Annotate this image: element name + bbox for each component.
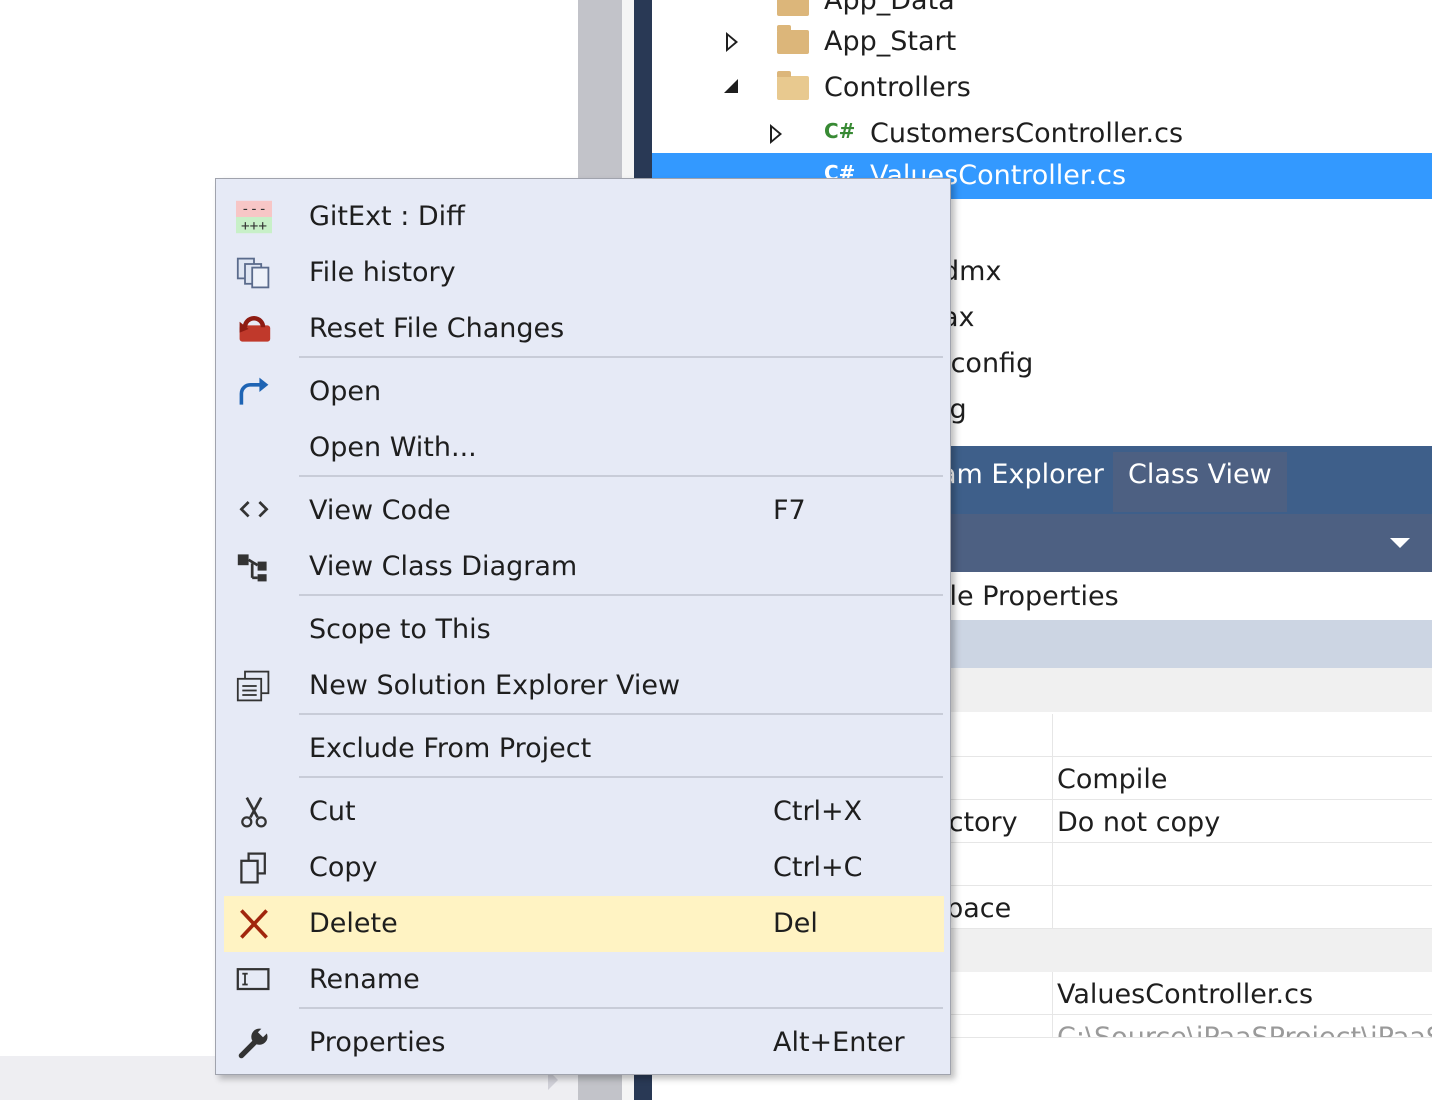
copy-icon — [236, 852, 272, 884]
menu-separator — [299, 475, 943, 477]
file-history-icon — [236, 257, 272, 289]
folder-icon — [777, 25, 809, 54]
expand-icon[interactable] — [770, 124, 782, 144]
menu-item-label: File history — [309, 257, 456, 288]
property-divider — [1052, 757, 1053, 799]
menu-item-label: Open With... — [309, 432, 477, 463]
svg-text:---: --- — [241, 201, 267, 217]
delete-icon — [236, 908, 272, 940]
property-divider — [1052, 972, 1053, 1014]
menu-item-label: Delete — [309, 908, 398, 939]
tree-item-controllers[interactable]: Controllers — [652, 65, 1432, 111]
folder-icon — [777, 0, 809, 16]
class-diagram-icon — [236, 551, 272, 583]
menu-item-new-solution-explorer-view[interactable]: New Solution Explorer View — [224, 658, 944, 714]
tree-item-customers-controller[interactable]: C# CustomersController.cs — [652, 111, 1432, 157]
code-icon — [236, 495, 272, 527]
tree-item-label: .config — [942, 348, 1034, 379]
menu-item-shortcut: Ctrl+C — [773, 852, 863, 883]
property-divider — [1052, 800, 1053, 842]
menu-item-cut[interactable]: Cut Ctrl+X — [224, 784, 944, 840]
menu-separator — [299, 713, 943, 715]
menu-separator — [299, 356, 943, 358]
property-divider — [1052, 1015, 1053, 1037]
menu-item-open[interactable]: Open — [224, 364, 944, 420]
svg-text:+++: +++ — [241, 219, 267, 235]
menu-item-label: Scope to This — [309, 614, 491, 645]
menu-item-open-with[interactable]: Open With... — [224, 420, 944, 476]
menu-item-label: Cut — [309, 796, 356, 827]
property-value: C:\Source\iPaaSProject\iPaaS — [1057, 1022, 1432, 1038]
menu-item-label: View Class Diagram — [309, 551, 578, 582]
menu-separator — [299, 1007, 943, 1009]
tree-item-label: App_Start — [824, 26, 957, 57]
menu-item-rename[interactable]: Rename — [224, 952, 944, 1008]
property-value: Compile — [1057, 764, 1168, 795]
menu-item-label: Exclude From Project — [309, 733, 592, 764]
csharp-file-icon: C# — [824, 119, 856, 143]
menu-separator — [299, 776, 943, 778]
collapse-icon[interactable] — [724, 79, 738, 93]
menu-item-label: Copy — [309, 852, 378, 883]
expand-icon[interactable] — [726, 32, 738, 52]
property-value: Do not copy — [1057, 807, 1221, 838]
menu-item-label: View Code — [309, 495, 451, 526]
scissors-icon — [236, 796, 272, 828]
properties-description-text: ile Properties — [942, 581, 1119, 612]
menu-item-label: GitExt : Diff — [309, 201, 465, 232]
chevron-down-icon[interactable] — [1390, 538, 1410, 548]
menu-item-gitext-diff[interactable]: --- +++ GitExt : Diff — [224, 189, 944, 245]
menu-item-label: Rename — [309, 964, 420, 995]
property-value: ValuesController.cs — [1057, 979, 1314, 1010]
menu-item-scope-to-this[interactable]: Scope to This — [224, 602, 944, 658]
menu-item-view-class-diagram[interactable]: View Class Diagram — [224, 539, 944, 595]
menu-item-view-code[interactable]: View Code F7 — [224, 483, 944, 539]
diff-icon: --- +++ — [236, 200, 272, 235]
menu-item-label: Open — [309, 376, 382, 407]
wrench-icon — [236, 1027, 272, 1059]
menu-separator — [299, 594, 943, 596]
property-divider — [1052, 714, 1053, 756]
menu-item-shortcut: Ctrl+X — [773, 796, 863, 827]
menu-item-reset-file-changes[interactable]: Reset File Changes — [224, 301, 944, 357]
menu-item-properties[interactable]: Properties Alt+Enter — [224, 1015, 944, 1071]
open-folder-icon — [777, 71, 809, 100]
menu-item-label: Properties — [309, 1027, 446, 1058]
tree-item-app-start[interactable]: App_Start — [652, 19, 1432, 65]
menu-item-label: Reset File Changes — [309, 313, 565, 344]
menu-item-shortcut: Alt+Enter — [773, 1027, 905, 1058]
menu-item-delete[interactable]: Delete Del — [224, 896, 944, 952]
rename-icon — [236, 964, 272, 996]
tree-item-label: Controllers — [824, 72, 971, 103]
menu-item-shortcut: Del — [773, 908, 818, 939]
tab-class-view[interactable]: Class View — [1113, 452, 1287, 512]
reset-icon — [236, 313, 272, 345]
menu-item-exclude-from-project[interactable]: Exclude From Project — [224, 721, 944, 777]
menu-item-copy[interactable]: Copy Ctrl+C — [224, 840, 944, 896]
tree-item-label: CustomersController.cs — [870, 118, 1184, 149]
context-menu: --- +++ GitExt : Diff File history Reset … — [215, 178, 951, 1075]
open-arrow-icon — [236, 376, 272, 408]
property-divider — [1052, 886, 1053, 928]
property-divider — [1052, 843, 1053, 885]
menu-item-file-history[interactable]: File history — [224, 245, 944, 301]
menu-item-label: New Solution Explorer View — [309, 670, 681, 701]
solution-view-icon — [236, 670, 272, 702]
menu-item-shortcut: F7 — [773, 495, 806, 526]
